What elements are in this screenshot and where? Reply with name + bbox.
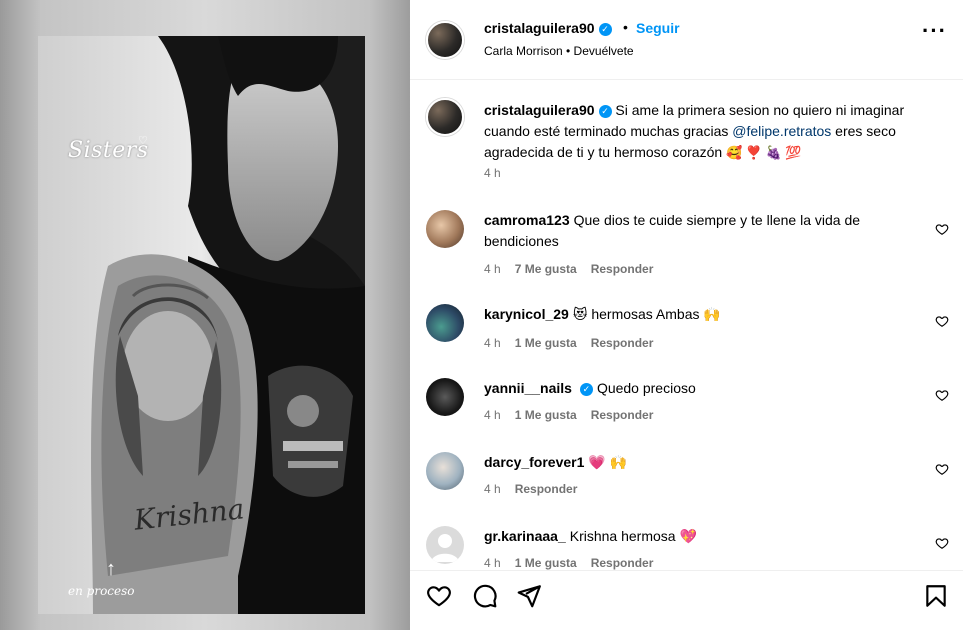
verified-badge-icon: ✓	[598, 105, 612, 118]
comment-text: Quedo precioso	[596, 380, 696, 396]
post-header: cristalaguilera90 ✓ • Seguir Carla Morris…	[410, 0, 963, 80]
caption-emojis: 🥰 ❣️ 🍇 💯	[726, 145, 802, 160]
author-username[interactable]: cristalaguilera90 ✓	[484, 20, 612, 36]
reply-button[interactable]: Responder	[591, 556, 654, 570]
comment-avatar[interactable]	[426, 210, 464, 248]
comment-time[interactable]: 4 h	[484, 336, 501, 350]
comment-likes[interactable]: 7 Me gusta	[515, 262, 577, 276]
comment-meta: 4 h 1 Me gusta Responder	[484, 336, 667, 350]
caption-time[interactable]: 4 h	[484, 166, 501, 180]
instagram-post-modal: Sisters ♡ Krishna ↑ en proceso cristalag…	[0, 0, 963, 630]
comment-likes[interactable]: 1 Me gusta	[515, 556, 577, 570]
caption-avatar[interactable]	[426, 98, 464, 136]
comment-avatar-default[interactable]	[426, 526, 464, 564]
comment-body: karynicol_29 😻 hermosas Ambas 🙌	[484, 304, 924, 325]
comment-meta: 4 h 1 Me gusta Responder	[484, 556, 667, 570]
comment-avatar[interactable]	[426, 304, 464, 342]
comment-meta: 4 h 1 Me gusta Responder	[484, 408, 667, 422]
comment-text: 😻 hermosas Ambas 🙌	[572, 306, 721, 322]
comment-like-heart-icon[interactable]	[935, 536, 949, 550]
comment-body: darcy_forever1 💗 🙌	[484, 452, 924, 473]
comment-time[interactable]: 4 h	[484, 482, 501, 496]
comment-username[interactable]: karynicol_29	[484, 306, 569, 322]
comment-username[interactable]: darcy_forever1	[484, 454, 584, 470]
comment-body: camroma123 Que dios te cuide siempre y te…	[484, 210, 924, 252]
comment-like-heart-icon[interactable]	[935, 222, 949, 236]
comment-username[interactable]: gr.karinaaa_	[484, 528, 566, 544]
comment-time[interactable]: 4 h	[484, 556, 501, 570]
verified-badge-icon: ✓	[579, 383, 593, 396]
author-username-text[interactable]: cristalaguilera90	[484, 20, 595, 36]
comment-body: yannii__nails ✓ Quedo precioso	[484, 378, 924, 399]
caption-username[interactable]: cristalaguilera90	[484, 102, 595, 118]
audio-subtitle[interactable]: Carla Morrison • Devuélvete	[484, 44, 634, 58]
comment-like-heart-icon[interactable]	[935, 314, 949, 328]
header-separator: •	[623, 19, 628, 35]
bookmark-save-icon[interactable]	[923, 583, 949, 609]
post-side-panel: cristalaguilera90 ✓ • Seguir Carla Morris…	[410, 0, 963, 630]
comment-bubble-icon[interactable]	[472, 583, 498, 609]
like-heart-icon[interactable]	[426, 583, 452, 609]
comment-text: 💗 🙌	[588, 454, 628, 470]
comment-likes[interactable]: 1 Me gusta	[515, 336, 577, 350]
caption-mention-link[interactable]: @felipe.retratos	[732, 123, 831, 139]
comment-username[interactable]: camroma123	[484, 212, 570, 228]
reply-button[interactable]: Responder	[591, 262, 654, 276]
comment-avatar[interactable]	[426, 378, 464, 416]
comment-meta: 4 h 7 Me gusta Responder	[484, 262, 667, 276]
reply-button[interactable]: Responder	[591, 408, 654, 422]
paper-plane-share-icon[interactable]	[516, 583, 542, 609]
comment-body: gr.karinaaa_ Krishna hermosa 💖	[484, 526, 924, 547]
comment-avatar[interactable]	[426, 452, 464, 490]
more-options-icon[interactable]: ···	[922, 20, 947, 42]
overlay-title: Sisters	[68, 138, 149, 163]
comment-like-heart-icon[interactable]	[935, 388, 949, 402]
verified-badge-icon: ✓	[598, 23, 612, 36]
comment-text: Krishna hermosa 💖	[569, 528, 697, 544]
progress-label: en proceso	[68, 584, 135, 598]
author-avatar[interactable]	[426, 21, 464, 59]
comment-likes[interactable]: 1 Me gusta	[515, 408, 577, 422]
media-panel: Sisters ♡ Krishna ↑ en proceso	[0, 0, 410, 630]
reply-button[interactable]: Responder	[591, 336, 654, 350]
overlay-heart-icon: ♡	[138, 135, 148, 147]
caption-text: cristalaguilera90 ✓ Si ame la primera ses…	[484, 100, 939, 163]
comment-time[interactable]: 4 h	[484, 262, 501, 276]
comment-time[interactable]: 4 h	[484, 408, 501, 422]
arrow-up-icon: ↑	[106, 558, 116, 580]
follow-button[interactable]: Seguir	[636, 20, 680, 36]
post-photo[interactable]: Sisters ♡ Krishna ↑ en proceso	[38, 36, 365, 614]
default-user-icon	[431, 534, 459, 562]
comment-like-heart-icon[interactable]	[935, 462, 949, 476]
post-action-bar	[410, 570, 963, 630]
reply-button[interactable]: Responder	[515, 482, 578, 496]
comment-username[interactable]: yannii__nails	[484, 380, 572, 396]
comment-meta: 4 h Responder	[484, 482, 591, 496]
